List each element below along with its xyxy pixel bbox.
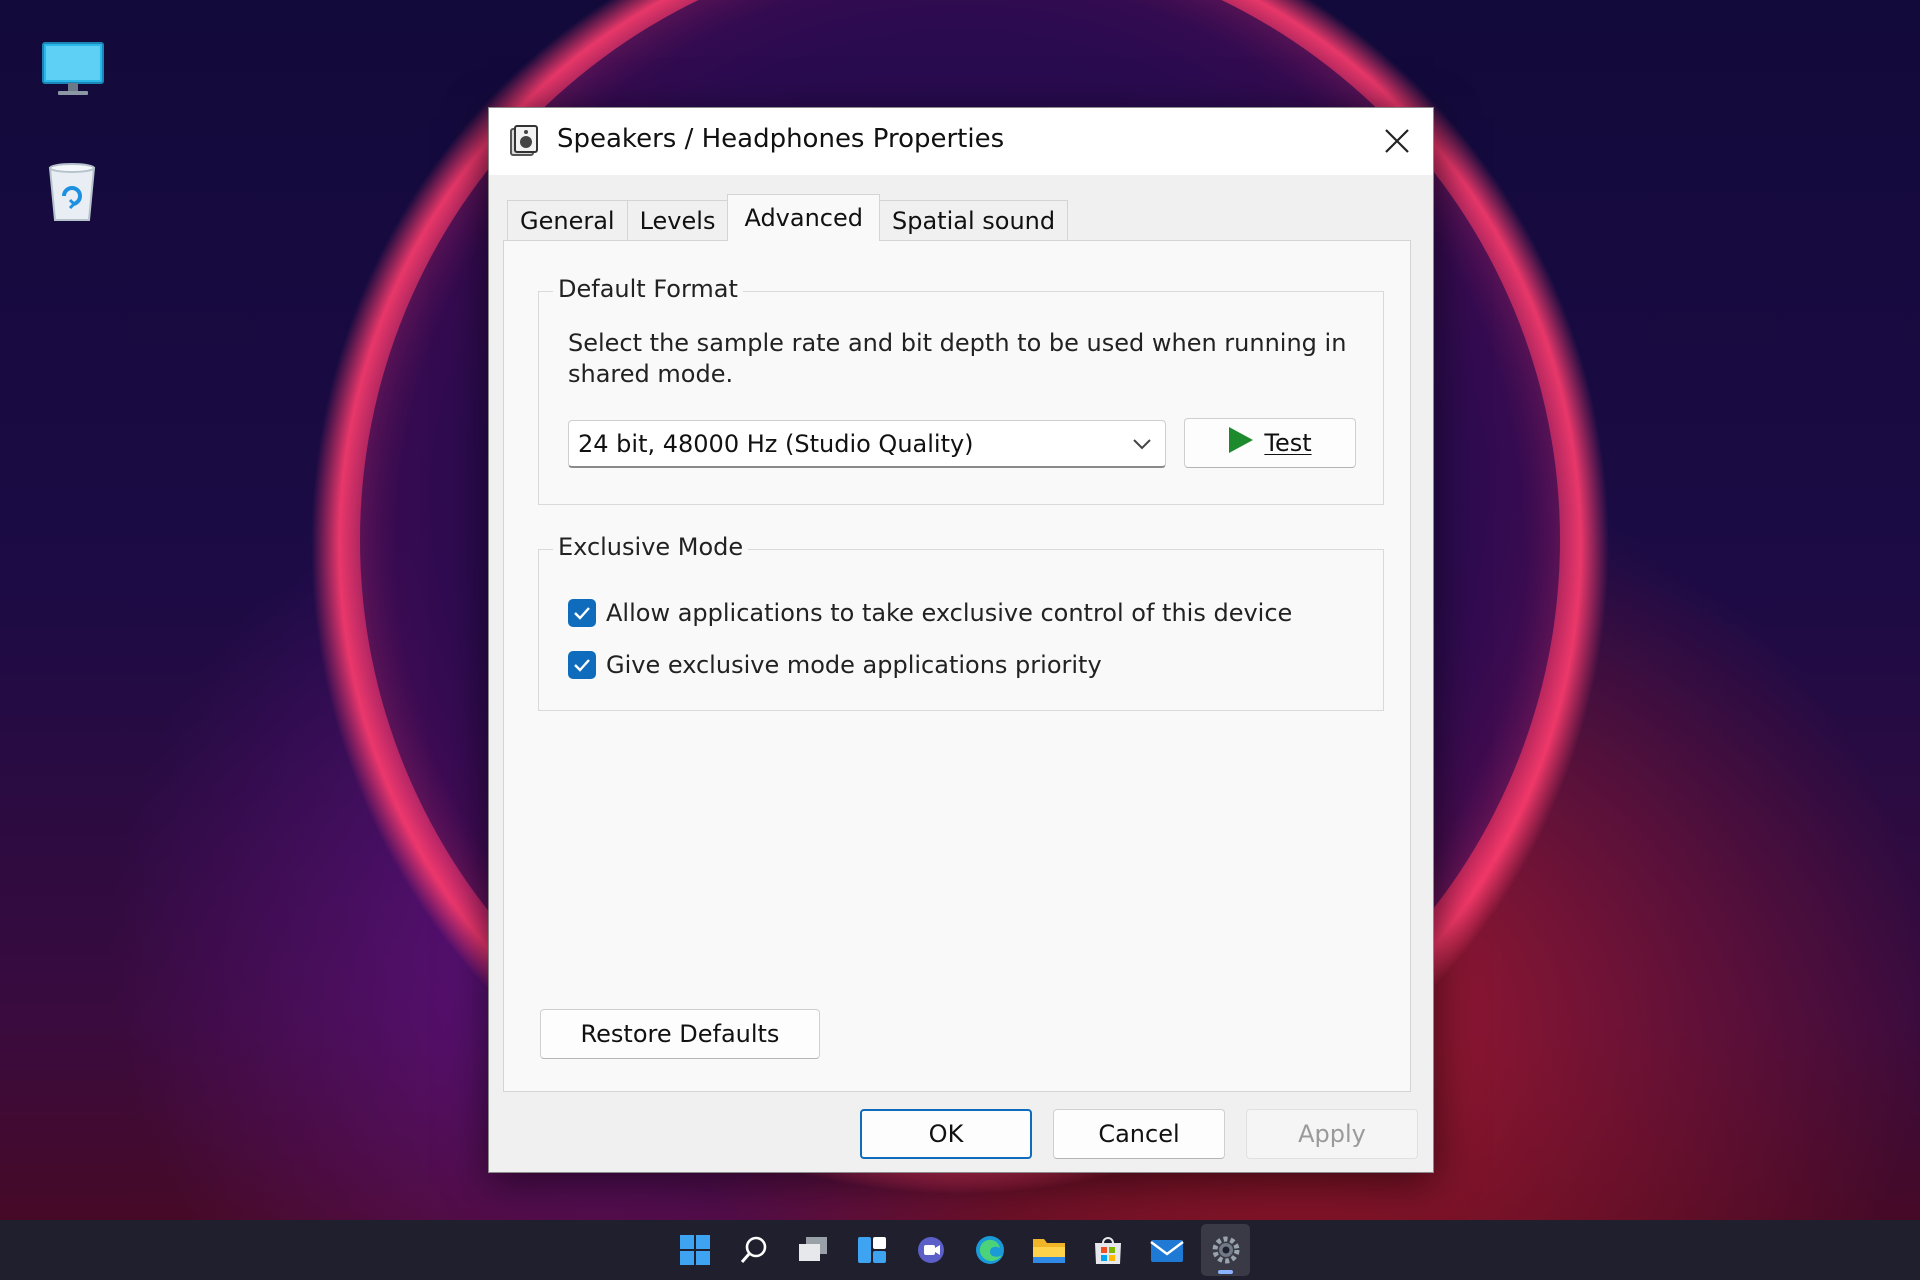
recycle-bin-icon[interactable] [46,160,98,222]
settings-icon[interactable] [1201,1224,1250,1276]
close-button[interactable] [1371,116,1423,166]
search-icon[interactable] [729,1224,778,1276]
close-icon [1385,129,1409,153]
default-format-group: Default Format Select the sample rate an… [538,275,1384,505]
allow-exclusive-control-checkbox[interactable] [568,599,596,627]
tab-spatial-sound[interactable]: Spatial sound [879,200,1069,241]
default-format-description: Select the sample rate and bit depth to … [568,329,1347,388]
cancel-button[interactable]: Cancel [1053,1109,1225,1159]
allow-exclusive-control-label: Allow applications to take exclusive con… [606,599,1293,627]
title-bar[interactable]: Speakers / Headphones Properties [489,108,1433,175]
chevron-down-icon [1131,433,1153,461]
format-dropdown[interactable]: 24 bit, 48000 Hz (Studio Quality) [568,420,1166,468]
mail-icon[interactable] [1142,1224,1191,1276]
store-icon[interactable] [1083,1224,1132,1276]
properties-dialog: Speakers / Headphones Properties General… [488,107,1434,1173]
tab-strip: General Levels Advanced Spatial sound [507,194,1069,241]
widgets-icon[interactable] [847,1224,896,1276]
exclusive-priority-label: Give exclusive mode applications priorit… [606,651,1102,679]
advanced-tab-panel: Default Format Select the sample rate an… [503,240,1411,1092]
speaker-icon [509,125,539,157]
exclusive-mode-legend: Exclusive Mode [553,533,749,561]
start-icon[interactable] [670,1224,719,1276]
this-pc-icon[interactable] [42,42,104,98]
checkmark-icon [574,659,590,672]
exclusive-priority-checkbox[interactable] [568,651,596,679]
allow-exclusive-control-option[interactable]: Allow applications to take exclusive con… [568,599,1292,627]
exclusive-priority-option[interactable]: Give exclusive mode applications priorit… [568,651,1102,679]
restore-defaults-button[interactable]: Restore Defaults [540,1009,820,1059]
test-button-label: Test [1264,429,1312,457]
test-button[interactable]: Test [1184,418,1356,468]
task-view-icon[interactable] [788,1224,837,1276]
ok-button[interactable]: OK [860,1109,1032,1159]
play-icon [1228,426,1254,460]
default-format-legend: Default Format [553,275,743,303]
tab-levels[interactable]: Levels [626,200,729,241]
exclusive-mode-group: Exclusive Mode Allow applications to tak… [538,533,1384,711]
format-dropdown-value: 24 bit, 48000 Hz (Studio Quality) [578,429,974,458]
taskbar [0,1220,1920,1280]
checkmark-icon [574,607,590,620]
apply-button[interactable]: Apply [1246,1109,1418,1159]
chat-icon[interactable] [906,1224,955,1276]
tab-advanced[interactable]: Advanced [727,194,880,241]
edge-icon[interactable] [965,1224,1014,1276]
dialog-title: Speakers / Headphones Properties [557,124,1005,154]
tab-general[interactable]: General [507,200,628,241]
file-explorer-icon[interactable] [1024,1224,1073,1276]
